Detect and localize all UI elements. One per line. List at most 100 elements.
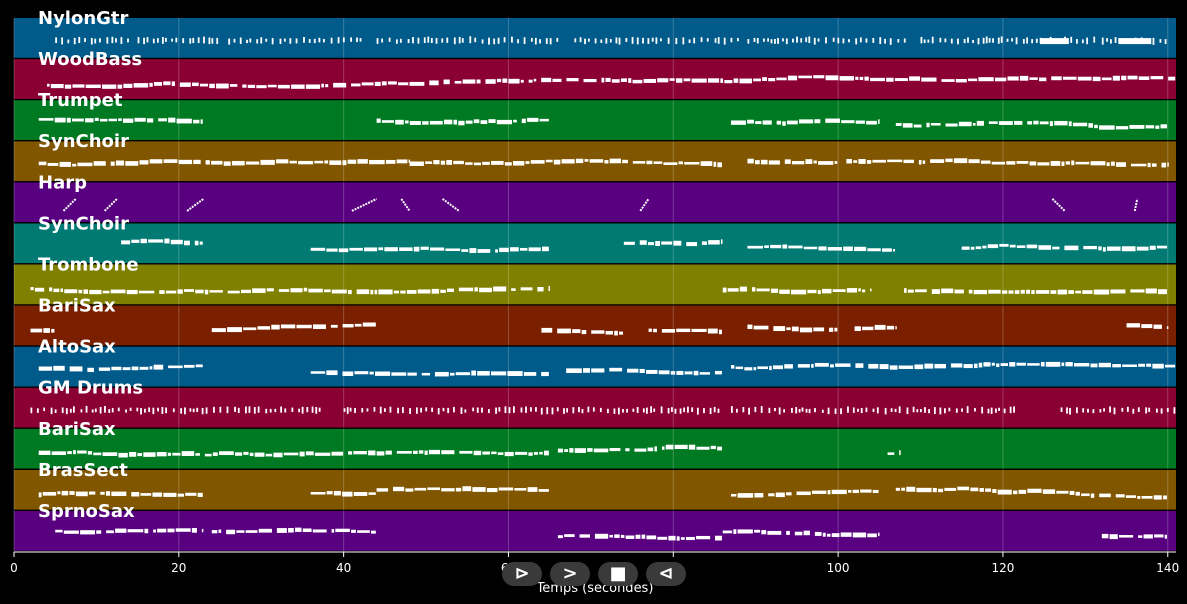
note-mark <box>591 330 605 334</box>
note-mark <box>730 406 733 413</box>
note-mark <box>482 451 490 455</box>
note-mark <box>164 37 167 42</box>
note-mark <box>479 287 492 293</box>
note-mark <box>894 408 897 413</box>
note-mark <box>647 242 655 246</box>
note-mark <box>175 37 178 43</box>
note-mark <box>684 371 693 375</box>
note-mark <box>38 492 42 498</box>
note-mark <box>537 287 544 292</box>
note-mark <box>747 158 754 164</box>
note-mark <box>356 37 358 43</box>
note-mark <box>152 407 155 415</box>
note-mark <box>257 326 271 330</box>
note-mark <box>356 289 370 295</box>
note-mark <box>393 486 405 492</box>
note-mark <box>968 78 978 82</box>
note-mark <box>485 79 496 84</box>
note-mark <box>379 406 382 414</box>
note-mark <box>693 370 699 376</box>
note-mark <box>768 493 775 497</box>
note-mark <box>574 448 586 453</box>
track-label: Trumpet <box>38 90 123 111</box>
x-tick-label: 0 <box>10 561 18 575</box>
note-mark <box>330 37 333 44</box>
note-mark <box>80 530 96 535</box>
note-mark <box>517 39 519 44</box>
note-mark <box>1106 162 1110 167</box>
note-mark <box>970 246 975 250</box>
note-mark <box>982 37 985 44</box>
note-mark <box>901 487 906 491</box>
note-mark <box>538 489 549 492</box>
note-mark <box>1126 406 1129 412</box>
note-mark <box>477 249 491 253</box>
note-mark <box>791 326 799 332</box>
note-mark <box>513 406 515 413</box>
note-mark <box>106 37 109 44</box>
note-mark <box>835 363 851 367</box>
note-mark <box>78 289 83 294</box>
note-mark <box>928 409 930 414</box>
note-mark <box>374 81 381 87</box>
note-mark <box>519 247 528 251</box>
note-mark <box>59 161 71 167</box>
note-mark <box>961 246 970 250</box>
note-mark <box>182 38 185 44</box>
note-mark <box>195 453 200 456</box>
note-mark <box>1121 407 1124 412</box>
note-mark <box>137 37 140 44</box>
note-mark <box>350 37 352 42</box>
note-mark <box>1015 37 1018 45</box>
note-mark <box>349 247 363 251</box>
note-mark <box>407 372 417 376</box>
note-mark <box>950 363 963 368</box>
rewind-button[interactable]: ⊲ <box>646 562 686 586</box>
note-mark <box>730 493 737 497</box>
note-mark <box>919 409 922 413</box>
note-mark <box>584 159 589 162</box>
note-mark <box>1106 38 1108 42</box>
note-mark <box>1051 76 1062 81</box>
note-mark <box>252 288 266 293</box>
note-mark <box>458 36 461 44</box>
note-mark <box>991 161 1006 165</box>
note-mark <box>657 78 669 83</box>
note-mark <box>1020 289 1025 294</box>
note-mark <box>229 84 238 87</box>
note-mark <box>508 407 511 414</box>
note-mark <box>579 37 582 43</box>
note-mark <box>240 289 251 294</box>
note-mark <box>1069 407 1071 415</box>
note-mark <box>440 160 446 165</box>
play-button[interactable]: ⊳ <box>502 562 542 586</box>
note-mark <box>860 407 863 414</box>
note-mark <box>295 38 298 44</box>
note-mark <box>100 491 105 495</box>
note-mark <box>988 38 991 43</box>
note-mark <box>473 119 480 124</box>
note-mark <box>189 408 192 412</box>
note-mark <box>653 161 663 164</box>
note-mark <box>199 241 203 245</box>
x-tick-label: 20 <box>171 561 186 575</box>
note-mark <box>879 37 882 44</box>
note-mark <box>461 249 469 252</box>
note-mark <box>1099 125 1115 130</box>
note-mark <box>941 79 955 82</box>
note-mark <box>491 451 497 455</box>
note-mark <box>211 328 226 333</box>
note-mark <box>131 492 140 497</box>
note-mark <box>679 408 682 414</box>
note-mark <box>158 118 167 122</box>
stop-button[interactable]: ■ <box>598 562 638 586</box>
note-mark <box>290 288 303 293</box>
note-mark <box>654 446 658 452</box>
note-mark <box>730 37 733 43</box>
note-mark <box>329 160 342 165</box>
forward-button[interactable]: > <box>550 562 590 586</box>
note-mark <box>305 451 314 456</box>
note-mark <box>445 248 461 252</box>
note-mark <box>284 408 287 413</box>
note-mark <box>887 159 903 163</box>
